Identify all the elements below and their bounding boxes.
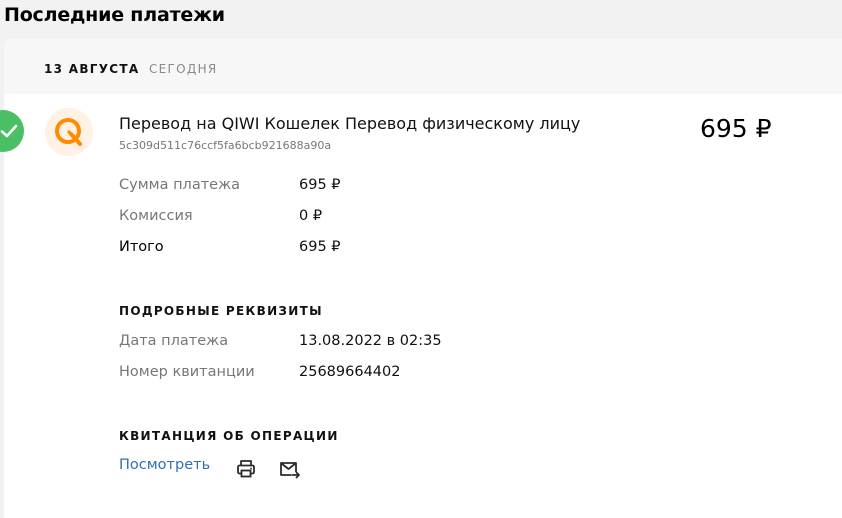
mail-send-icon: [280, 462, 300, 479]
payment-amount: 695 ₽: [700, 114, 772, 143]
payment-sum-value: 695 ₽: [299, 177, 341, 193]
receipt-number-value: 25689664402: [299, 364, 401, 380]
page-title: Последние платежи: [4, 4, 225, 26]
payment-relative-date: СЕГОДНЯ: [149, 62, 218, 76]
payment-date: 13 АВГУСТА: [44, 62, 140, 76]
total-label: Итого: [119, 239, 164, 255]
receipt-section-title: КВИТАНЦИЯ ОБ ОПЕРАЦИИ: [119, 429, 339, 443]
print-receipt-button[interactable]: [235, 458, 257, 480]
payment-sum-label: Сумма платежа: [119, 177, 241, 193]
date-bar: 13 АВГУСТА СЕГОДНЯ: [4, 38, 842, 94]
payment-date-label: Дата платежа: [119, 333, 229, 349]
payment-title: Перевод на QIWI Кошелек Перевод физическ…: [119, 114, 581, 133]
commission-value: 0 ₽: [299, 208, 323, 224]
qiwi-logo-icon: [55, 118, 82, 146]
view-receipt-link[interactable]: Посмотреть: [119, 457, 210, 473]
details-section-title: ПОДРОБНЫЕ РЕКВИЗИТЫ: [119, 304, 323, 318]
printer-icon: [237, 460, 255, 478]
total-value: 695 ₽: [299, 239, 341, 255]
provider-logo: [45, 108, 93, 156]
payment-card: 13 АВГУСТА СЕГОДНЯ: [4, 38, 842, 518]
transaction-id: 5c309d511c76ccf5fa6bcb921688a90a: [119, 139, 332, 152]
email-receipt-button[interactable]: [279, 458, 301, 480]
check-icon: [0, 124, 18, 138]
payment-date-value: 13.08.2022 в 02:35: [299, 333, 442, 349]
commission-label: Комиссия: [119, 208, 193, 224]
receipt-number-label: Номер квитанции: [119, 364, 255, 380]
